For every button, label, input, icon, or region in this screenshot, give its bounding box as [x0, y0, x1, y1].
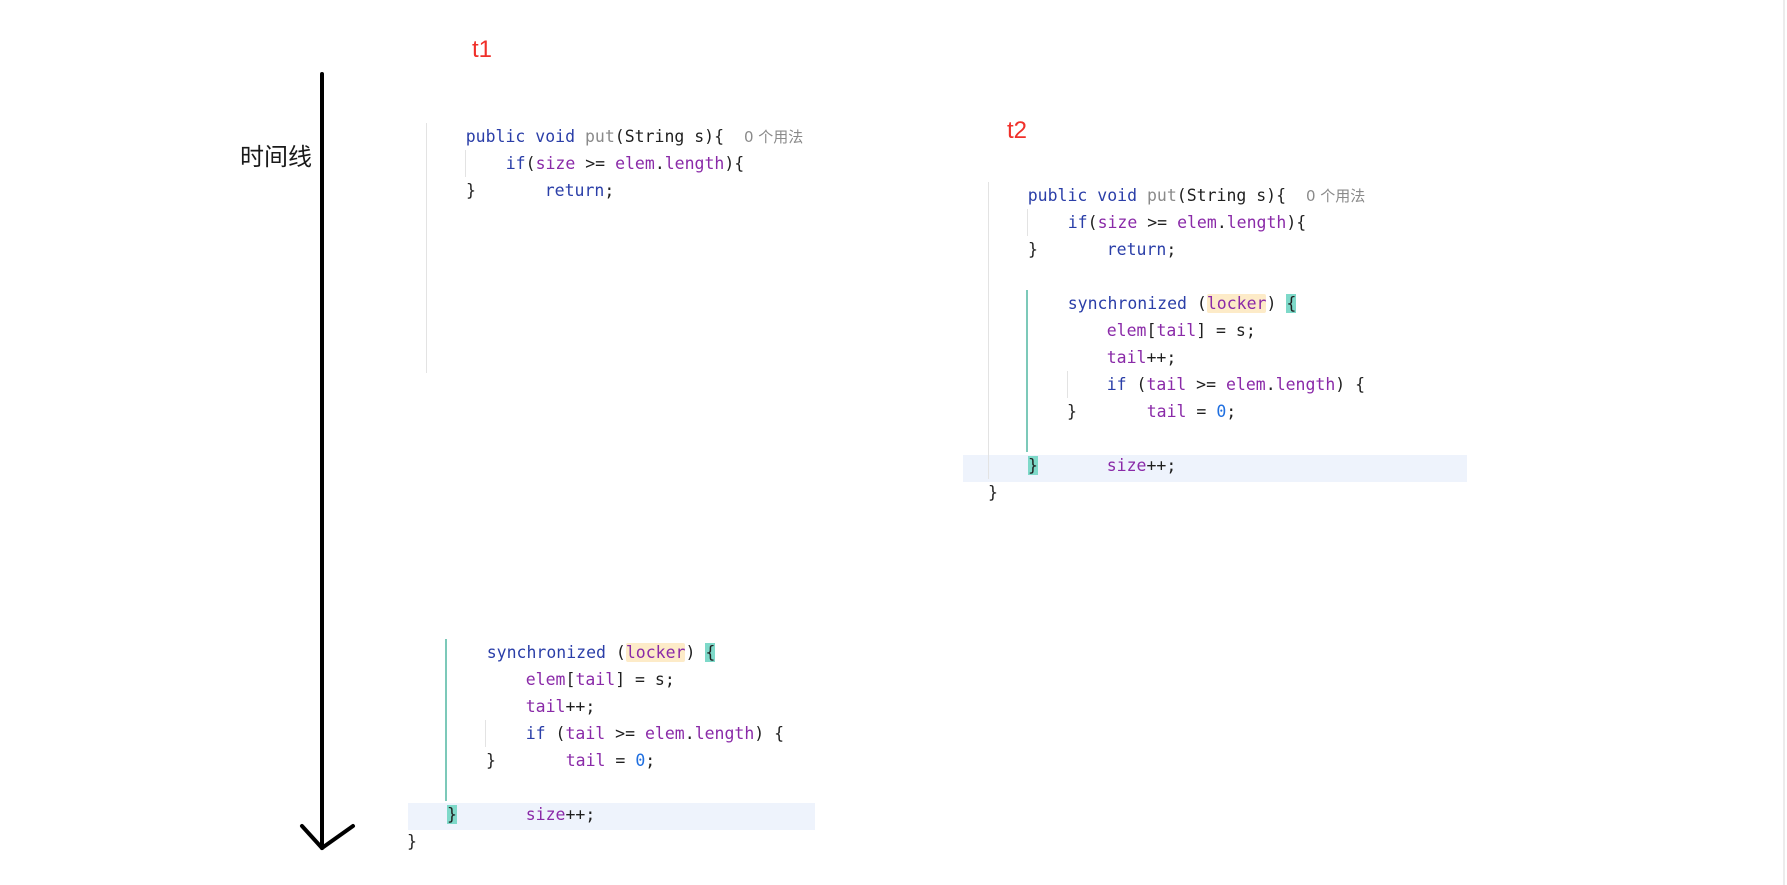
code-line: }	[447, 801, 457, 828]
field: length	[1226, 213, 1287, 232]
code-text: ) {	[754, 724, 785, 743]
number-literal: 0	[1216, 402, 1227, 421]
code-line: if (tail >= elem.length) {	[1067, 344, 1365, 394]
field: length	[694, 724, 755, 743]
field: size	[525, 805, 566, 824]
field: tail	[565, 751, 606, 770]
timeline-arrow	[300, 72, 355, 850]
code-line: elem[tail] = s;	[486, 639, 675, 689]
field: length	[1275, 375, 1336, 394]
code-line: tail = 0;	[526, 720, 655, 770]
code-text: .	[1265, 375, 1276, 394]
code-text: =	[605, 751, 636, 770]
code-text: ] = s;	[1196, 321, 1256, 340]
code-text: ;	[1166, 240, 1177, 259]
field: elem	[615, 154, 655, 173]
code-line: return;	[1067, 209, 1177, 259]
number-literal: 0	[635, 751, 646, 770]
code-text: ] = s;	[615, 670, 675, 689]
code-text: ) {	[1335, 375, 1366, 394]
code-line: synchronized (locker) {	[1028, 263, 1297, 313]
matched-brace: {	[705, 643, 716, 662]
code-text: ){	[1286, 213, 1307, 232]
keyword: return	[544, 181, 605, 200]
usage-hint[interactable]: 0 个用法	[744, 128, 803, 146]
code-line: }	[466, 181, 476, 200]
t2-label: t2	[1007, 117, 1028, 144]
code-line: tail++;	[1067, 317, 1177, 367]
code-text: )	[685, 643, 706, 662]
field: length	[664, 154, 725, 173]
code-line: public void put(String s){ 0 个用法	[426, 96, 804, 146]
usage-hint[interactable]: 0 个用法	[1306, 187, 1365, 205]
t2-code: public void put(String s){ 0 个用法 if(size…	[988, 155, 1548, 515]
code-line: }	[988, 483, 998, 502]
code-text: .	[1216, 213, 1227, 232]
code-text: .	[684, 724, 695, 743]
code-line: if(size >= elem.length){	[1028, 182, 1306, 232]
code-line: elem[tail] = s;	[1067, 290, 1256, 340]
code-line: }	[407, 832, 417, 851]
code-text: ;	[604, 181, 615, 200]
t1-label: t1	[472, 36, 493, 63]
code-text: ++;	[565, 805, 596, 824]
field: size	[1106, 456, 1147, 475]
code-line: tail = 0;	[1107, 371, 1236, 421]
code-line: tail++;	[486, 666, 596, 716]
code-line: size++;	[486, 774, 596, 824]
code-line: }	[1028, 240, 1038, 259]
code-text: )	[1266, 294, 1287, 313]
code-line: synchronized (locker) {	[447, 612, 716, 662]
t1-code-top: public void put(String s){ 0 个用法 if(size…	[426, 96, 826, 386]
code-text: =	[1186, 402, 1217, 421]
code-text: .	[654, 154, 665, 173]
code-line: public void put(String s){ 0 个用法	[988, 155, 1366, 205]
code-text: ;	[1226, 402, 1237, 421]
t1-code-bottom: synchronized (locker) { elem[tail] = s; …	[407, 612, 827, 862]
matched-brace: {	[1286, 294, 1297, 313]
code-text: ++;	[1146, 456, 1177, 475]
field: elem	[1177, 213, 1217, 232]
code-line: if(size >= elem.length){	[466, 123, 744, 173]
code-text: ){	[724, 154, 745, 173]
scrollbar-edge[interactable]	[1783, 0, 1785, 885]
code-line: if (tail >= elem.length) {	[486, 693, 784, 743]
keyword: return	[1106, 240, 1167, 259]
code-line: }	[486, 751, 496, 770]
code-line: size++;	[1067, 425, 1177, 475]
code-line: return;	[505, 150, 615, 200]
matched-brace: }	[1028, 456, 1038, 475]
field: tail	[1146, 402, 1187, 421]
code-line: }	[1028, 452, 1038, 479]
code-text: ;	[645, 751, 656, 770]
matched-brace: }	[447, 805, 457, 824]
code-line: }	[1067, 402, 1077, 421]
